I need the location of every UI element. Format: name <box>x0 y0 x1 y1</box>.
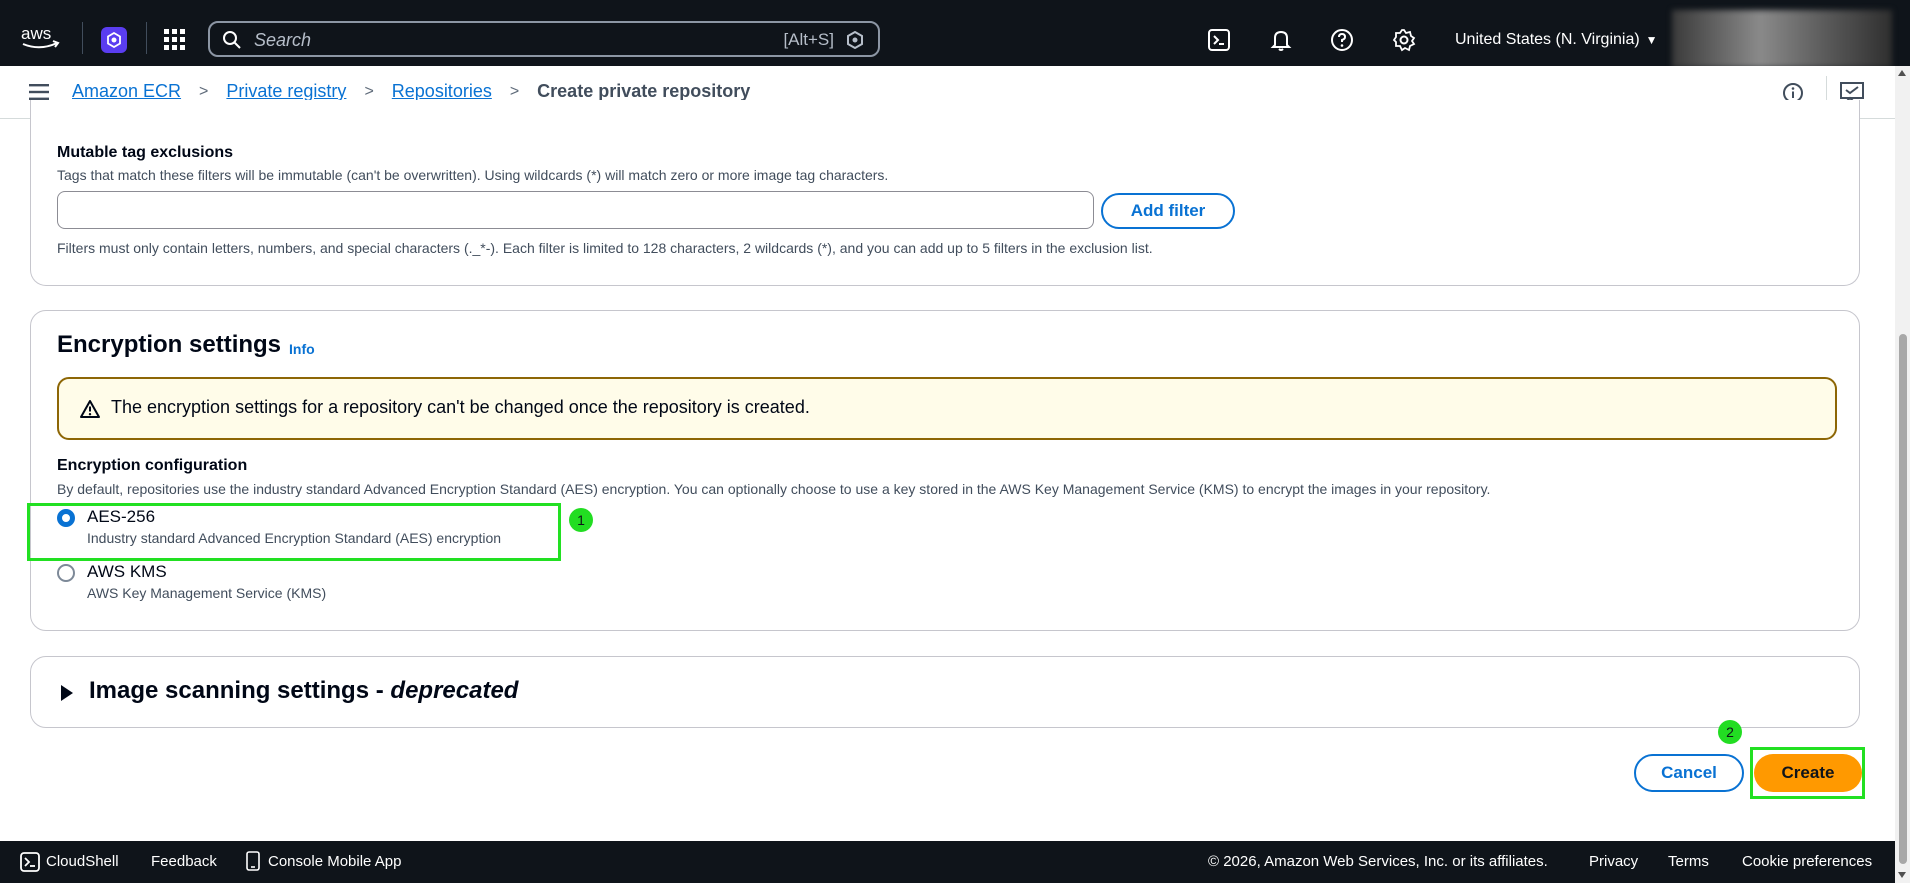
radio-aes-256-description: Industry standard Advanced Encryption St… <box>87 530 502 546</box>
image-scanning-deprecated: deprecated <box>390 677 519 704</box>
image-scanning-title[interactable]: Image scanning settings - deprecated <box>89 677 518 705</box>
scrollbar-thumb[interactable] <box>1899 334 1907 864</box>
radio-aes-256-label: AES-256 <box>87 507 156 526</box>
add-filter-button[interactable]: Add filter <box>1101 193 1235 229</box>
divider <box>146 22 147 54</box>
cloudshell-icon[interactable] <box>1207 28 1231 52</box>
radio-aws-kms-label: AWS KMS <box>87 562 167 581</box>
region-selector[interactable]: United States (N. Virginia) ▼ <box>1455 31 1658 49</box>
radio-aws-kms-description: AWS Key Management Service (KMS) <box>87 585 327 601</box>
help-icon[interactable] <box>1330 28 1354 52</box>
search-shortcut: [Alt+S] <box>783 30 834 49</box>
cloudshell-icon[interactable] <box>20 852 40 872</box>
breadcrumb: Amazon ECR > Private registry > Reposito… <box>72 81 750 102</box>
aws-logo-text: aws <box>21 24 51 43</box>
footer-cookie-preferences-link[interactable]: Cookie preferences <box>1742 853 1872 870</box>
footer-cloudshell-link[interactable]: CloudShell <box>46 853 119 870</box>
gear-icon[interactable] <box>1392 28 1416 52</box>
breadcrumb-private-registry[interactable]: Private registry <box>226 81 346 102</box>
image-scanning-title-text: Image scanning settings - <box>89 677 391 704</box>
chevron-right-icon: > <box>199 82 209 100</box>
breadcrumb-amazon-ecr[interactable]: Amazon ECR <box>72 81 181 102</box>
radio-aes-256[interactable] <box>57 509 75 527</box>
footer-copyright: © 2026, Amazon Web Services, Inc. or its… <box>1208 853 1548 870</box>
footer-mobile-app-link[interactable]: Console Mobile App <box>268 853 401 870</box>
encryption-settings-title: Encryption settings <box>57 331 282 358</box>
search-input[interactable] <box>252 27 736 53</box>
warning-icon <box>79 399 101 419</box>
page-scrollbar[interactable] <box>1895 66 1910 883</box>
bell-icon[interactable] <box>1269 28 1293 52</box>
encryption-info-link[interactable]: Info <box>289 341 315 357</box>
chevron-right-icon: > <box>509 82 520 100</box>
services-grid-icon[interactable] <box>164 29 186 51</box>
mutable-tag-exclusions-label: Mutable tag exclusions <box>57 144 234 161</box>
encryption-configuration-label: Encryption configuration <box>57 457 248 474</box>
footer-privacy-link[interactable]: Privacy <box>1589 853 1638 870</box>
tag-immutability-panel: Mutable tag exclusions Tags that match t… <box>30 100 1860 286</box>
search-bar[interactable]: [Alt+S] <box>208 21 880 57</box>
encryption-warning-text: The encryption settings for a repository… <box>111 397 810 417</box>
scroll-down-arrow-icon[interactable] <box>1898 872 1906 878</box>
scroll-up-arrow-icon[interactable] <box>1898 70 1906 76</box>
encryption-settings-panel: Encryption settings Info The encryption … <box>27 310 1860 631</box>
top-navigation-bar: aws [Alt+S] United State <box>0 0 1910 68</box>
caret-down-icon: ▼ <box>1645 33 1658 47</box>
tag-filter-input[interactable] <box>57 191 1094 229</box>
mutable-tag-exclusions-description: Tags that match these filters will be im… <box>57 167 889 183</box>
chevron-right-icon: > <box>364 82 374 100</box>
expand-caret-icon[interactable] <box>61 685 73 701</box>
amazon-q-icon <box>846 30 864 50</box>
mobile-device-icon <box>246 851 260 871</box>
cancel-button[interactable]: Cancel <box>1634 754 1744 792</box>
encryption-configuration-description: By default, repositories use the industr… <box>57 481 1491 497</box>
breadcrumb-repositories[interactable]: Repositories <box>392 81 492 102</box>
filter-help-text: Filters must only contain letters, numbe… <box>57 240 1153 256</box>
footer-terms-link[interactable]: Terms <box>1668 853 1709 870</box>
search-icon <box>222 30 242 50</box>
footer-feedback-link[interactable]: Feedback <box>151 853 217 870</box>
app-shortcut-icon[interactable] <box>101 27 127 53</box>
console-footer: CloudShell Feedback Console Mobile App ©… <box>0 841 1895 883</box>
breadcrumb-current: Create private repository <box>537 81 751 101</box>
aws-logo[interactable]: aws <box>20 24 64 52</box>
region-label: United States (N. Virginia) <box>1455 31 1640 48</box>
hamburger-menu-icon[interactable] <box>29 84 49 100</box>
radio-aws-kms[interactable] <box>57 564 75 582</box>
encryption-warning-alert: The encryption settings for a repository… <box>57 377 1837 440</box>
account-menu-blurred[interactable] <box>1672 10 1892 68</box>
annotation-badge-1: 1 <box>569 508 593 532</box>
annotation-highlight-create <box>1750 747 1865 799</box>
image-scanning-panel[interactable]: Image scanning settings - deprecated <box>30 656 1860 728</box>
divider <box>82 22 83 54</box>
annotation-badge-2: 2 <box>1718 720 1742 744</box>
